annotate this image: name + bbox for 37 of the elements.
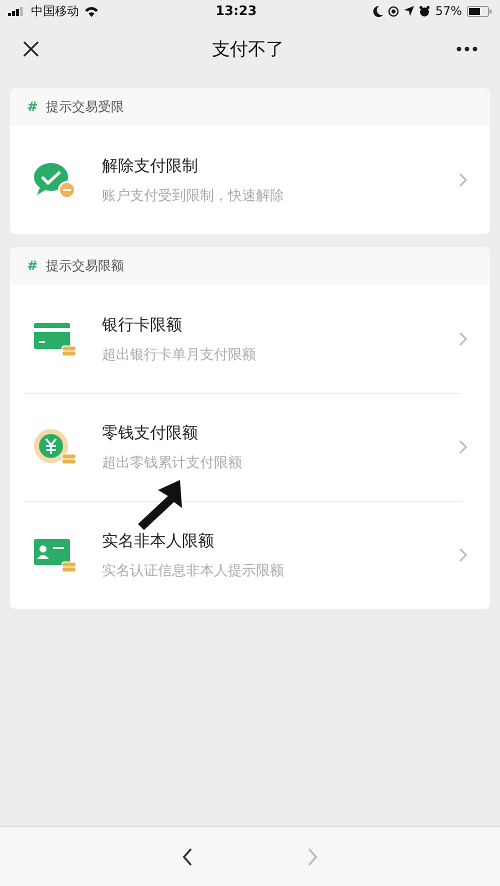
item-subtitle: 超出银行卡单月支付限额 [102, 346, 257, 364]
item-subtitle: 账户支付受到限制，快速解除 [102, 186, 285, 204]
list-item[interactable]: 银行卡限额 超出银行卡单月支付限额 [10, 285, 490, 393]
hash-icon: # [27, 100, 38, 114]
more-icon [456, 46, 478, 52]
item-title: 解除支付限制 [102, 156, 199, 176]
item-subtitle: 超出零钱累计支付限额 [102, 454, 243, 472]
battery-percent: 57% [435, 4, 462, 18]
alarm-icon [419, 6, 430, 16]
chevron-icon [306, 846, 319, 866]
item-subtitle: 实名认证信息非本人提示限额 [102, 562, 285, 580]
item-title: 银行卡限额 [102, 314, 183, 336]
chevron-icon [458, 331, 468, 347]
item-title: 实名非本人限额 [102, 530, 215, 552]
wifi-icon [84, 6, 99, 16]
chevron-icon [458, 439, 468, 455]
lock-rotation-icon [388, 6, 400, 16]
location-icon [404, 6, 414, 16]
more-button[interactable] [456, 46, 478, 52]
status-time: 13:23 [215, 4, 257, 18]
hash-icon: # [27, 258, 38, 274]
moon-icon [373, 6, 384, 16]
item-title: 零钱支付限额 [102, 422, 199, 444]
section-header: 提示交易受限 [46, 99, 124, 116]
list-item[interactable]: 零钱支付限额 超出零钱累计支付限额 [10, 393, 490, 501]
list-item[interactable]: 实名非本人限额 实名认证信息非本人提示限额 [10, 501, 490, 609]
chevron-icon [458, 172, 468, 188]
close-icon [22, 40, 40, 58]
battery-icon [467, 6, 492, 16]
section-header: 提示交易限额 [46, 258, 124, 275]
close-button[interactable] [22, 40, 40, 58]
chevron-icon [181, 846, 194, 866]
chevron-icon [458, 547, 468, 563]
list-item[interactable]: 解除支付限制 账户支付受到限制，快速解除 [10, 126, 490, 234]
carrier-name: 中国移动 [31, 2, 79, 20]
page-title: 支付不了 [212, 38, 284, 61]
signal-icon [8, 6, 26, 16]
